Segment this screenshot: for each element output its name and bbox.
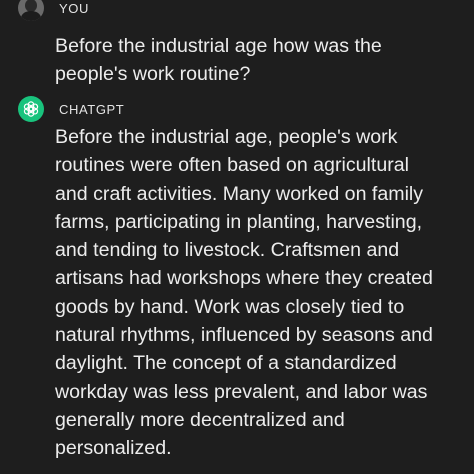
user-message-text: Before the industrial age how was the pe… (55, 32, 466, 89)
assistant-message-text: Before the industrial age, people's work… (55, 123, 466, 463)
user-message-line: people's work routine? (55, 63, 251, 86)
assistant-message-line: personalized. (55, 437, 172, 460)
user-message-header: YOU (18, 0, 466, 26)
user-avatar-icon[interactable] (18, 0, 44, 21)
user-message: YOU Before the industrial age how was th… (18, 0, 466, 89)
assistant-message-line: natural rhythms, influenced by seasons a… (55, 324, 433, 347)
assistant-role-label: CHATGPT (59, 101, 125, 117)
assistant-message-line: generally more decentralized and (55, 408, 345, 431)
assistant-message-line: Before the industrial age, people's work (55, 126, 398, 148)
assistant-message-header: CHATGPT (18, 96, 466, 122)
assistant-message-line: and tending to livestock. Craftsmen and (55, 239, 400, 262)
assistant-message-line: workday was less prevalent, and labor wa… (55, 380, 428, 403)
assistant-message-line: and craft activities. Many worked on fam… (55, 182, 424, 205)
assistant-message-line: artisans had workshops where they create… (55, 267, 433, 290)
assistant-message-line: goods by hand. Work was closely tied to (55, 295, 405, 318)
openai-logo-icon (18, 96, 44, 122)
assistant-message-line: farms, participating in planting, harves… (55, 210, 423, 233)
assistant-message-line: routines were often based on agricultura… (55, 154, 409, 177)
assistant-message: CHATGPT Before the industrial age, peopl… (18, 96, 466, 463)
user-role-label: YOU (59, 0, 89, 16)
assistant-message-line: daylight. The concept of a standardized (55, 352, 397, 375)
user-message-line: Before the industrial age how was the (55, 35, 382, 57)
